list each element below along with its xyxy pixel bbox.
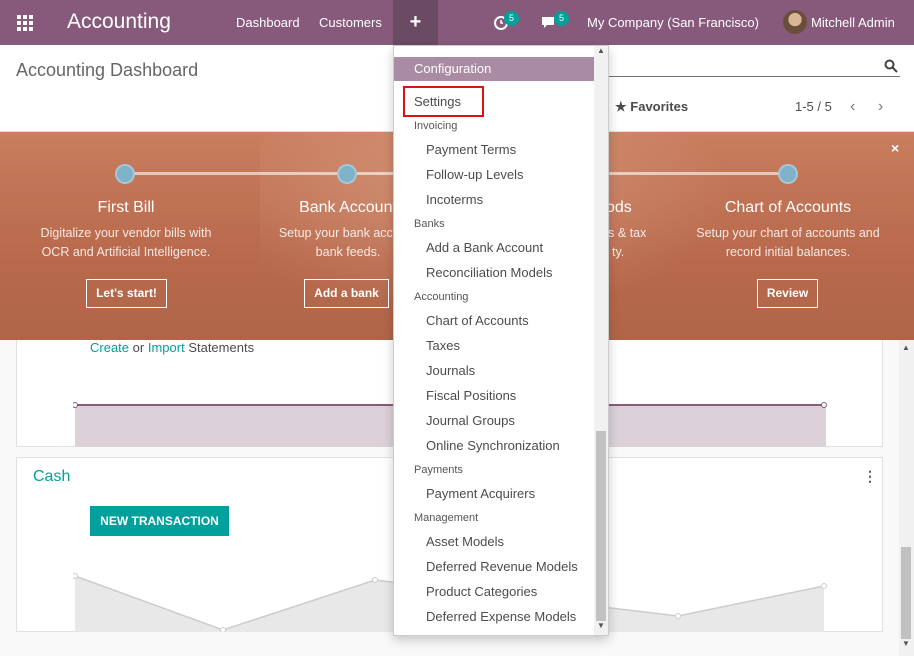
new-transaction-button[interactable]: NEW TRANSACTION: [90, 506, 229, 536]
menu-item-settings[interactable]: Settings: [394, 91, 594, 113]
step-title-first-bill: First Bill: [97, 199, 155, 216]
menu-item-payment-terms[interactable]: Payment Terms: [394, 139, 594, 161]
journal-name-cash[interactable]: Cash: [33, 468, 70, 486]
menu-item-deferred-revenue-models[interactable]: Deferred Revenue Models: [394, 556, 594, 578]
page-scrollbar[interactable]: ▲ ▼: [899, 340, 914, 656]
dropdown-scrollbar[interactable]: ▲ ▼: [594, 46, 608, 635]
scrollbar-thumb[interactable]: [901, 547, 911, 639]
section-banks: Banks: [414, 218, 445, 230]
step-title-methods: ods: [606, 199, 632, 216]
close-icon[interactable]: ×: [891, 140, 899, 156]
menu-item-taxes[interactable]: Taxes: [394, 335, 594, 357]
page-title: Accounting Dashboard: [16, 60, 199, 80]
configuration-dropdown: Configuration Settings Invoicing Payment…: [393, 45, 609, 636]
avatar[interactable]: [783, 10, 807, 34]
menu-item-journals[interactable]: Journals: [394, 360, 594, 382]
app-name[interactable]: Accounting: [67, 10, 171, 34]
menu-item-asset-models[interactable]: Asset Models: [394, 531, 594, 553]
step-desc-chart-of-accounts: Setup your chart of accounts and record i…: [696, 226, 880, 259]
step-dot: [337, 164, 357, 184]
scroll-up-icon[interactable]: ▲: [902, 343, 910, 352]
step-desc-methods: rs & tax ty.: [604, 226, 647, 259]
top-navbar: Accounting Dashboard Customers + 5 5 My …: [0, 0, 914, 45]
chevron-right-icon[interactable]: ›: [878, 98, 883, 116]
scroll-up-icon[interactable]: ▲: [597, 46, 605, 55]
menu-item-followup-levels[interactable]: Follow-up Levels: [394, 164, 594, 186]
import-link[interactable]: Import: [148, 340, 185, 355]
scroll-down-icon[interactable]: ▼: [597, 621, 605, 630]
menu-customers[interactable]: Customers: [319, 15, 382, 30]
plus-menu-button[interactable]: +: [393, 0, 438, 45]
step-dot: [778, 164, 798, 184]
pager-value[interactable]: 1-5 / 5: [795, 99, 832, 114]
lets-start-button[interactable]: Let's start!: [86, 279, 167, 308]
menu-item-journal-groups[interactable]: Journal Groups: [394, 410, 594, 432]
step-dot: [115, 164, 135, 184]
statements-text: Statements: [188, 340, 255, 355]
create-link[interactable]: Create: [90, 340, 129, 355]
step-desc-first-bill: Digitalize your vendor bills with OCR and…: [40, 226, 212, 259]
menu-item-product-categories[interactable]: Product Categories: [394, 581, 594, 603]
menu-item-deferred-expense-models[interactable]: Deferred Expense Models: [394, 606, 594, 628]
menu-header-configuration[interactable]: Configuration: [394, 57, 594, 81]
add-bank-button[interactable]: Add a bank: [304, 279, 389, 308]
statements-links: Create or Import Statements: [90, 340, 254, 355]
step-title-chart-of-accounts: Chart of Accounts: [724, 199, 852, 216]
star-icon: ★: [615, 99, 627, 114]
favorites-label: Favorites: [630, 99, 689, 114]
scrollbar-thumb[interactable]: [596, 431, 606, 621]
kebab-menu-icon[interactable]: ⋮: [863, 468, 877, 485]
company-switcher[interactable]: My Company (San Francisco): [587, 15, 759, 30]
section-management: Management: [414, 512, 479, 524]
section-payments: Payments: [414, 464, 463, 476]
menu-item-payment-acquirers[interactable]: Payment Acquirers: [394, 483, 594, 505]
menu-item-fiscal-positions[interactable]: Fiscal Positions: [394, 385, 594, 407]
messages-badge: 5: [554, 11, 569, 26]
menu-item-incoterms[interactable]: Incoterms: [394, 189, 594, 211]
review-button[interactable]: Review: [757, 279, 818, 308]
user-menu[interactable]: Mitchell Admin: [811, 15, 895, 30]
section-invoicing: Invoicing: [414, 120, 458, 132]
or-text: or: [132, 340, 145, 355]
menu-item-add-bank-account[interactable]: Add a Bank Account: [394, 237, 594, 259]
menu-item-reconciliation-models[interactable]: Reconciliation Models: [394, 262, 594, 284]
activity-badge: 5: [504, 11, 519, 26]
section-accounting: Accounting: [414, 291, 469, 303]
scroll-down-icon[interactable]: ▼: [902, 639, 910, 648]
search-input[interactable]: [608, 76, 900, 77]
menu-dashboard[interactable]: Dashboard: [236, 15, 300, 30]
favorites-button[interactable]: ★ Favorites: [615, 99, 688, 115]
chevron-left-icon[interactable]: ‹: [850, 98, 855, 116]
search-icon[interactable]: [884, 59, 898, 73]
app-menu-icon[interactable]: [8, 6, 42, 40]
menu-item-online-sync[interactable]: Online Synchronization: [394, 435, 594, 457]
menu-item-chart-of-accounts[interactable]: Chart of Accounts: [394, 310, 594, 332]
